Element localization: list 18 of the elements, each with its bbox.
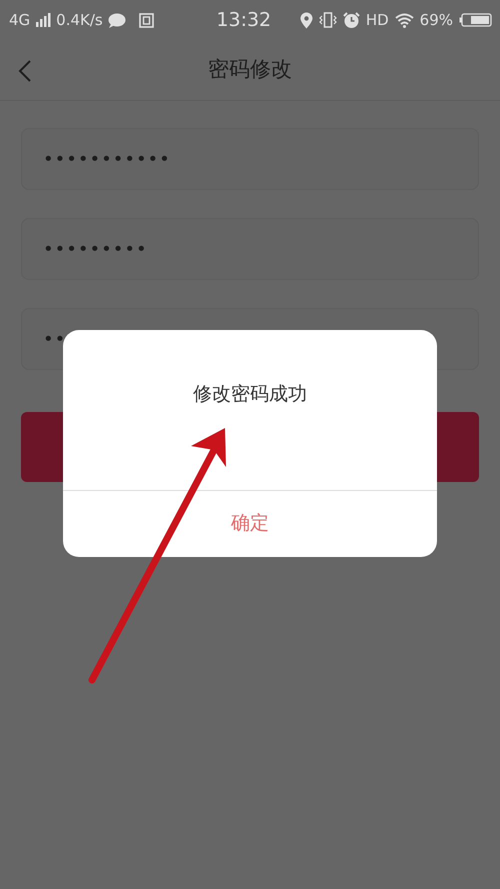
app-notification-icon xyxy=(138,12,154,28)
network-speed: 0.4K/s xyxy=(56,10,103,31)
confirm-button[interactable]: 确定 xyxy=(63,491,437,556)
wifi-icon xyxy=(394,12,414,28)
alarm-clock-icon xyxy=(342,12,360,28)
status-time: 13:32 xyxy=(216,8,272,33)
location-pin-icon xyxy=(300,12,313,28)
battery-icon xyxy=(459,13,492,27)
password-field[interactable]: ••••••••••• xyxy=(21,128,479,190)
vibrate-icon xyxy=(318,12,337,28)
password-field[interactable]: ••••••••• xyxy=(21,218,479,280)
signal-icon xyxy=(35,13,52,27)
network-type: 4G xyxy=(9,10,30,31)
back-chevron-icon xyxy=(18,58,32,83)
page-title: 密码修改 xyxy=(208,56,292,84)
chat-bubble-icon xyxy=(108,12,126,28)
battery-percent: 69% xyxy=(420,10,453,31)
hd-indicator: HD xyxy=(366,10,389,31)
